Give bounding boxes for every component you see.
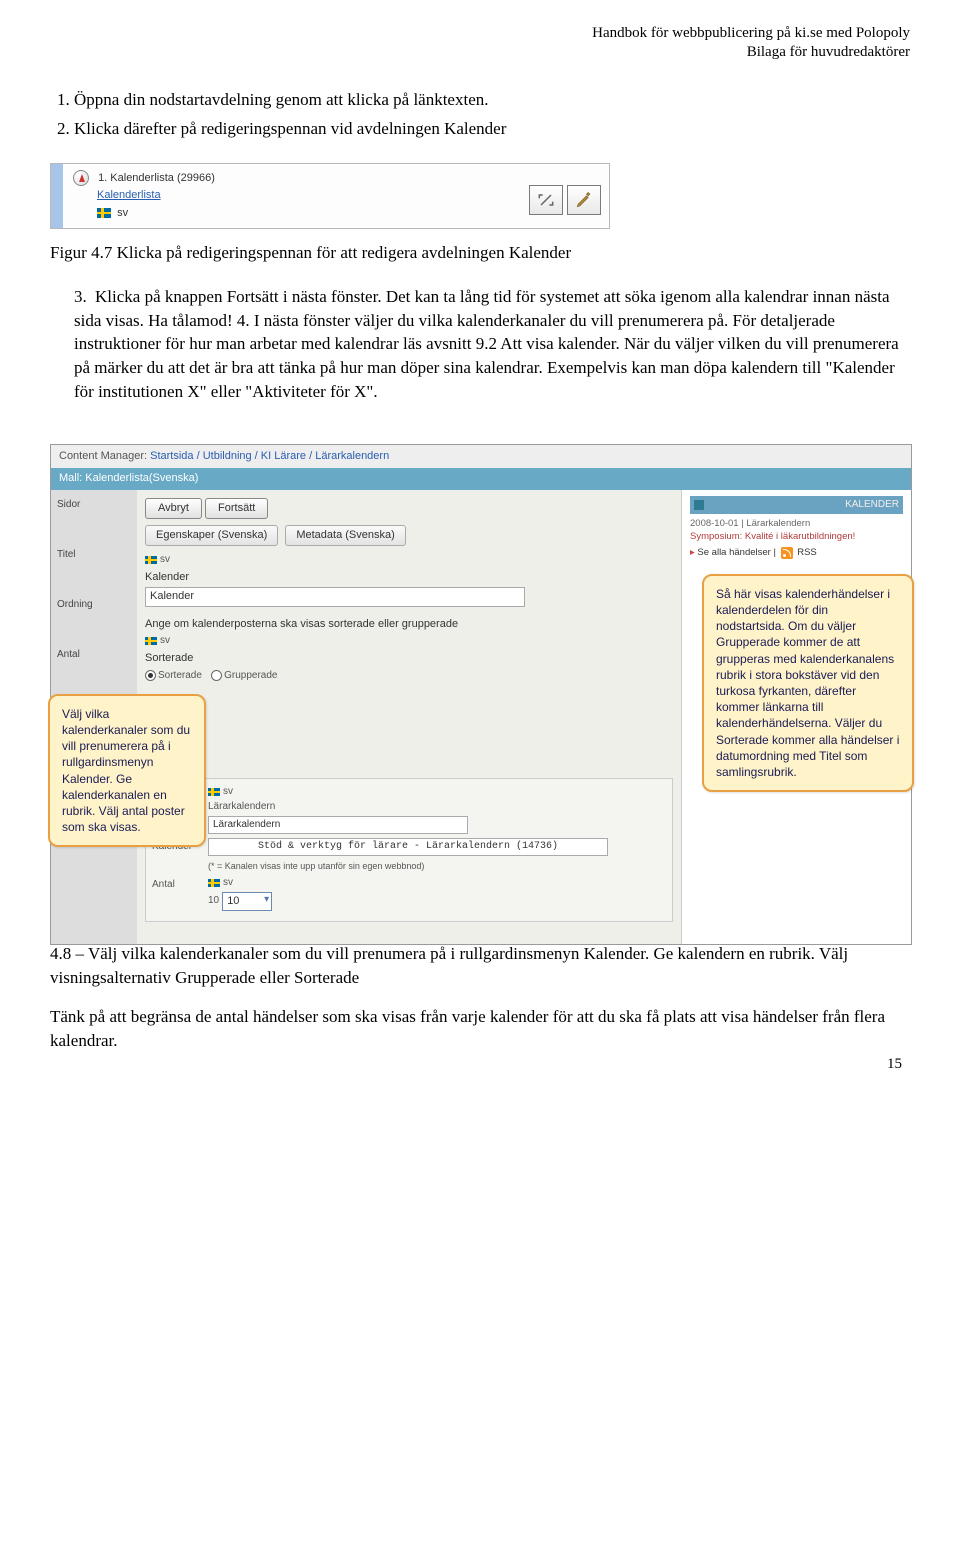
calendar-channel-block: Rubrik sv Lärarkalendern Lärarkalendern … <box>145 778 673 922</box>
step3-text: Klicka på knappen Fortsätt i nästa fönst… <box>74 287 899 401</box>
continue-button[interactable]: Fortsätt <box>205 498 268 519</box>
breadcrumb-label: Content Manager: <box>59 450 147 462</box>
rss-label: RSS <box>797 547 817 558</box>
intro-step-2: Klicka därefter på redigeringspennan vid… <box>74 117 910 141</box>
callout-left: Välj vilka kalenderkanaler som du vill p… <box>48 694 206 848</box>
unlink-icon <box>536 190 556 210</box>
title-field[interactable]: Kalender <box>145 587 525 606</box>
sort-label: Sorterade <box>145 651 673 666</box>
pencil-icon <box>574 190 594 210</box>
figure48-caption: 4.8 – Välj vilka kalenderkanaler som du … <box>50 942 910 990</box>
figure47-caption: Figur 4.7 Klicka på redigeringspennan fö… <box>50 241 910 265</box>
leftlabel-antal: Antal <box>57 648 131 662</box>
radio-grouped[interactable] <box>211 670 222 681</box>
step3-number: 3. <box>74 287 87 306</box>
language-row: sv <box>97 206 521 221</box>
unlink-button[interactable] <box>529 185 563 215</box>
step-3: 3. Klicka på knappen Fortsätt i nästa fö… <box>50 285 910 404</box>
leftlabel-sidor: Sidor <box>57 498 131 512</box>
antal-key: Antal <box>152 876 208 892</box>
swedish-flag-icon <box>145 556 157 564</box>
swedish-flag-icon <box>208 879 220 887</box>
swedish-flag-icon <box>97 208 111 218</box>
header-line-2: Bilaga för huvudredaktörer <box>50 43 910 62</box>
kalenderlista-link[interactable]: Kalenderlista <box>97 188 161 203</box>
count-label: 5 <box>145 712 673 727</box>
channel-note: (* = Kanalen visas inte upp utanför sin … <box>208 860 666 873</box>
figure-47-screenshot: 1. Kalenderlista (29966) Kalenderlista s… <box>50 163 610 229</box>
header-line-1: Handbok för webbpublicering på ki.se med… <box>50 24 910 43</box>
leftlabel-ordning: Ordning <box>57 598 131 612</box>
callout-right: Så här visas kalenderhändelser i kalende… <box>702 574 914 792</box>
antal-label: 10 <box>208 894 219 908</box>
lang-code: sv <box>223 876 233 890</box>
header-right: Handbok för webbpublicering på ki.se med… <box>50 24 910 62</box>
main-form: Avbryt Fortsätt Egenskaper (Svenska) Met… <box>137 490 681 944</box>
tab-metadata[interactable]: Metadata (Svenska) <box>285 525 405 546</box>
preview-kalender-header: KALENDER <box>690 496 903 514</box>
title-label: Kalender <box>145 570 673 585</box>
edit-button[interactable] <box>567 185 601 215</box>
rubrik-field[interactable]: Lärarkalendern <box>208 816 468 834</box>
compass-icon <box>73 170 89 186</box>
cancel-button[interactable]: Avbryt <box>145 498 202 519</box>
lang-code: sv <box>160 634 170 648</box>
preview-event-title[interactable]: Symposium: Kvalité i läkarutbildningen! <box>690 530 903 543</box>
figure-48-wrapper: Content Manager: Startsida / Utbildning … <box>50 444 912 924</box>
swedish-flag-icon <box>145 637 157 645</box>
leftlabel-titel: Titel <box>57 548 131 562</box>
see-all-link[interactable]: Se alla händelser | <box>697 547 776 558</box>
kalender-select[interactable]: Stöd & verktyg för lärare - Lärarkalende… <box>208 838 608 856</box>
figure47-title-row: 1. Kalenderlista (29966) <box>73 170 521 186</box>
language-code: sv <box>117 207 128 219</box>
preview-header-text: KALENDER <box>845 498 899 512</box>
order-description: Ange om kalenderposterna ska visas sorte… <box>145 617 673 632</box>
figure47-title: 1. Kalenderlista (29966) <box>98 172 215 184</box>
lang-code: sv <box>160 553 170 567</box>
antal-select[interactable]: 10 <box>222 892 272 911</box>
swedish-flag-icon <box>208 788 220 796</box>
intro-step-1: Öppna din nodstartavdelning genom att kl… <box>74 88 910 112</box>
breadcrumb-path[interactable]: Startsida / Utbildning / KI Lärare / Lär… <box>150 450 389 462</box>
radio-sorted[interactable] <box>145 670 156 681</box>
see-all-arrow-icon: ▸ <box>690 547 695 558</box>
template-bar: Mall: Kalenderlista(Svenska) <box>51 468 911 489</box>
preview-event-date: 2008-10-01 | Lärarkalendern <box>690 517 903 530</box>
tab-properties[interactable]: Egenskaper (Svenska) <box>145 525 278 546</box>
selection-highlight <box>51 164 63 228</box>
preview-block-icon <box>694 500 704 510</box>
lang-code: sv <box>223 785 233 799</box>
radio-grouped-label: Grupperade <box>224 669 277 683</box>
rss-icon[interactable] <box>781 547 793 559</box>
page-number: 15 <box>887 1054 902 1075</box>
final-paragraph: Tänk på att begränsa de antal händelser … <box>50 1005 910 1053</box>
breadcrumb: Content Manager: Startsida / Utbildning … <box>51 445 911 468</box>
radio-sorted-label: Sorterade <box>158 669 202 683</box>
rubrik-label: Lärarkalendern <box>208 800 275 814</box>
intro-steps: Öppna din nodstartavdelning genom att kl… <box>50 88 910 142</box>
